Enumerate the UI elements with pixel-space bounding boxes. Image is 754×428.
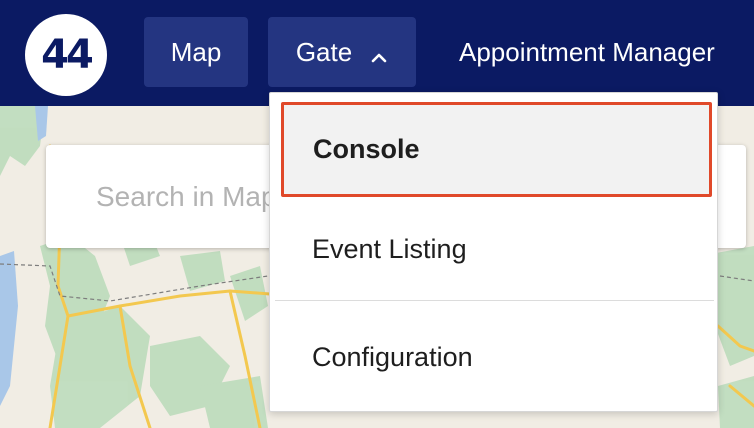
nav-gate-label: Gate: [295, 36, 353, 67]
nav-appointment-manager[interactable]: Appointment Manager: [459, 17, 715, 87]
menu-item-event-listing[interactable]: Event Listing: [270, 199, 717, 299]
app-logo[interactable]: 44: [25, 14, 107, 96]
chevron-up-icon: [370, 43, 388, 63]
menu-item-event-listing-label: Event Listing: [312, 233, 467, 264]
menu-item-console-label: Console: [313, 134, 420, 164]
nav-gate-button[interactable]: Gate: [268, 17, 416, 87]
menu-divider: [275, 300, 714, 301]
top-navigation-bar: 44 Map Gate Appointment Manager: [0, 0, 754, 106]
menu-item-configuration-label: Configuration: [312, 341, 473, 372]
menu-item-configuration[interactable]: Configuration: [270, 305, 717, 409]
logo-text: 44: [41, 32, 94, 78]
gate-dropdown-menu: Console Event Listing Configuration: [269, 92, 718, 412]
nav-appointment-label: Appointment Manager: [459, 36, 715, 67]
nav-map-button[interactable]: Map: [144, 17, 248, 87]
nav-map-label: Map: [170, 36, 222, 67]
menu-item-console[interactable]: Console: [281, 102, 712, 197]
